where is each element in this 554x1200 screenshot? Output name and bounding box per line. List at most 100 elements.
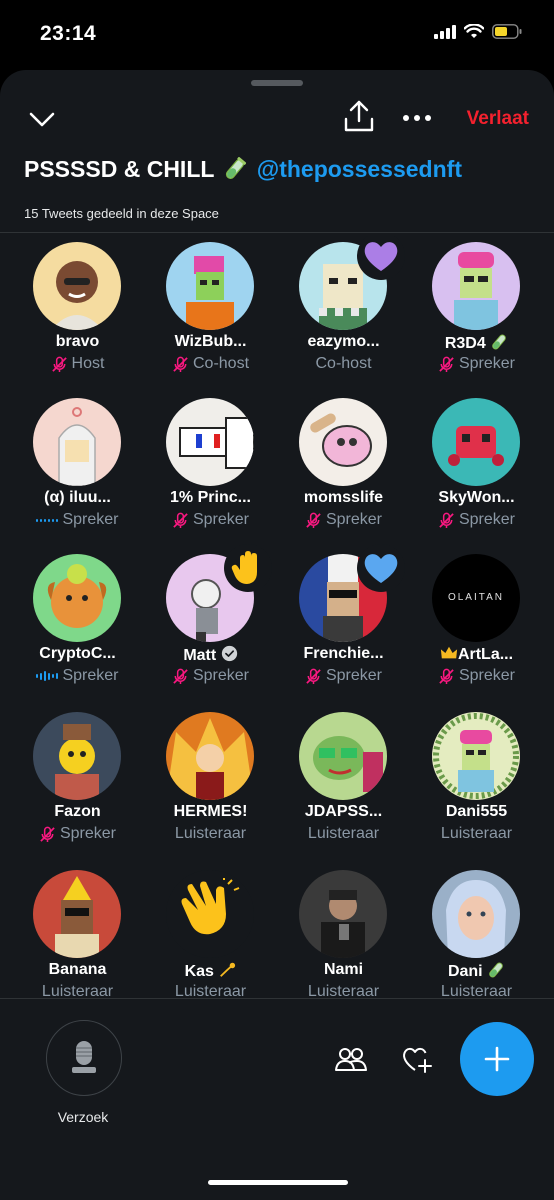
participant-role: Spreker — [144, 511, 277, 529]
participant-card[interactable]: WizBub... Co-host — [144, 238, 277, 388]
mic-muted-icon — [439, 668, 454, 684]
test-tube-icon — [224, 157, 247, 187]
participant-card[interactable]: eazymo... Co-host — [277, 236, 410, 388]
participant-role: Spreker — [11, 825, 144, 843]
participant-name: eazymo... — [307, 333, 380, 350]
home-indicator — [208, 1180, 348, 1185]
participant-card[interactable]: R3D4 Spreker — [410, 238, 543, 388]
speaking-wave-icon — [36, 671, 59, 681]
participant-card[interactable]: Dani555 Luisteraar — [410, 708, 543, 858]
avatar-logo-text: OLAITAN — [447, 592, 505, 603]
participant-card[interactable]: Frenchie... Spreker — [277, 544, 410, 700]
participant-role: Luisteraar — [307, 983, 380, 998]
clapping-hands-icon — [168, 868, 248, 948]
participant-name: bravo — [55, 333, 100, 350]
participant-card[interactable]: bravo Host — [11, 238, 144, 388]
more-options-icon[interactable] — [402, 108, 432, 128]
mic-muted-icon — [439, 512, 454, 528]
plus-icon — [484, 1046, 510, 1072]
verified-badge-icon — [221, 645, 237, 662]
participant-role: Spreker — [277, 511, 410, 529]
mic-muted-icon — [306, 512, 321, 528]
status-bar: 23:14 — [0, 0, 554, 70]
participant-card[interactable]: Kas Luisteraar — [144, 866, 277, 998]
participant-role: Luisteraar — [174, 983, 247, 998]
share-icon[interactable] — [342, 98, 376, 134]
participant-role: Co-host — [315, 355, 372, 372]
participant-name: HERMES! — [173, 803, 248, 820]
participant-role: Luisteraar — [41, 983, 114, 998]
space-sheet: Verlaat PSSSSD & CHILL @thepossessednft … — [0, 70, 554, 1200]
participant-card[interactable]: OLAITAN ArtLa... Spreker — [410, 550, 543, 700]
participant-role: Host — [11, 355, 144, 373]
avatar — [432, 712, 520, 800]
participant-role: Luisteraar — [174, 825, 247, 842]
participant-role: Co-host — [144, 355, 277, 373]
participant-grid: bravo Host WizBub... Co-host eazymo... C… — [0, 236, 554, 998]
request-label: Verzoek — [57, 1109, 109, 1125]
request-speak-button[interactable] — [46, 1020, 122, 1096]
dizzy-icon — [220, 962, 236, 977]
avatar: OLAITAN — [432, 554, 520, 642]
participant-card[interactable]: (α) iluu... Spreker — [11, 394, 144, 544]
space-handle-link[interactable]: @thepossessednft — [257, 156, 462, 182]
wifi-icon — [464, 24, 484, 38]
participant-name: Matt — [144, 645, 277, 665]
add-reaction-heart-icon[interactable] — [400, 1044, 434, 1074]
avatar — [432, 398, 520, 486]
add-button[interactable] — [460, 1022, 534, 1096]
microphone-icon — [72, 1041, 96, 1073]
participant-card[interactable]: momsslife Spreker — [277, 394, 410, 544]
participant-card[interactable]: CryptoC... Spreker — [11, 550, 144, 700]
mic-muted-icon — [173, 356, 188, 372]
participant-name: SkyWon... — [438, 489, 515, 506]
participant-role: Spreker — [11, 667, 144, 685]
participant-card[interactable]: JDAPSS... Luisteraar — [277, 708, 410, 858]
space-topbar: Verlaat — [0, 96, 554, 146]
participant-card[interactable]: SkyWon... Spreker — [410, 394, 543, 544]
participant-name: Dani555 — [445, 803, 508, 820]
avatar — [432, 870, 520, 958]
participant-role: Spreker — [144, 667, 277, 685]
avatar — [166, 712, 254, 800]
raised-hand-icon — [224, 544, 272, 592]
status-time: 23:14 — [40, 22, 97, 45]
participant-card[interactable]: Fazon Spreker — [11, 708, 144, 858]
people-icon[interactable] — [334, 1045, 368, 1073]
test-tube-icon — [492, 334, 506, 350]
avatar — [33, 870, 121, 958]
chevron-down-icon[interactable] — [28, 106, 56, 134]
test-tube-icon — [489, 962, 503, 978]
participant-card[interactable]: 1% Princ... Spreker — [144, 394, 277, 544]
participant-card[interactable]: Banana Luisteraar — [11, 866, 144, 998]
mic-muted-icon — [40, 826, 55, 842]
sheet-grabber[interactable] — [251, 80, 303, 86]
crown-icon — [440, 646, 458, 659]
participant-name: WizBub... — [174, 333, 247, 350]
participant-card[interactable]: HERMES! Luisteraar — [144, 708, 277, 858]
avatar — [432, 242, 520, 330]
mic-muted-icon — [173, 668, 188, 684]
participant-name: Fazon — [54, 803, 101, 820]
shared-tweets-count[interactable]: 15 Tweets gedeeld in deze Space — [24, 206, 219, 221]
status-icons — [434, 24, 522, 39]
leave-button[interactable]: Verlaat — [467, 108, 529, 130]
participant-name: Banana — [48, 961, 107, 978]
participant-card[interactable]: Nami Luisteraar — [277, 866, 410, 998]
participant-card[interactable]: Dani Luisteraar — [410, 866, 543, 998]
participant-role: Luisteraar — [307, 825, 380, 842]
participant-role: Spreker — [410, 667, 543, 685]
avatar — [33, 554, 121, 642]
participant-card[interactable]: Matt Spreker — [144, 544, 277, 700]
participant-role: Spreker — [11, 511, 144, 529]
avatar — [299, 870, 387, 958]
mic-muted-icon — [51, 356, 67, 372]
mic-muted-icon — [173, 512, 188, 528]
signal-icon — [434, 24, 456, 39]
participant-name: 1% Princ... — [170, 489, 251, 506]
mic-muted-icon — [306, 668, 321, 684]
participant-role: Luisteraar — [440, 983, 513, 998]
avatar — [299, 398, 387, 486]
participant-name: Frenchie... — [303, 645, 384, 662]
purple-heart-icon — [357, 236, 405, 280]
